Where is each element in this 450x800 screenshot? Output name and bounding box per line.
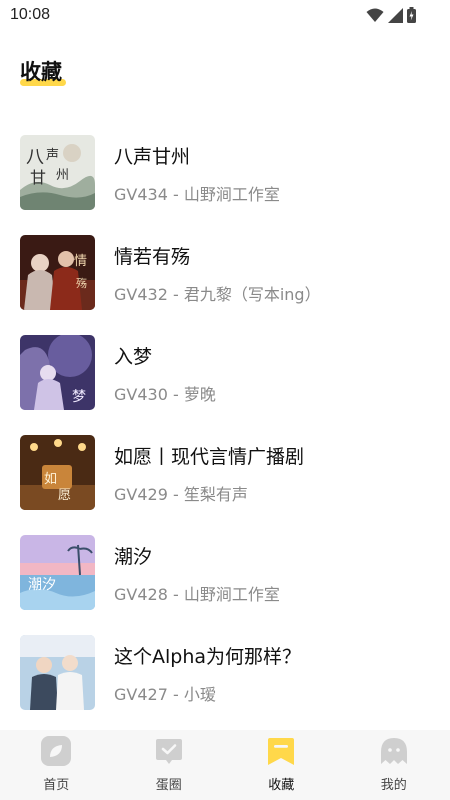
svg-text:如: 如 [44, 471, 57, 487]
page-title: 收藏 [20, 60, 62, 84]
cellular-signal-icon [388, 7, 403, 23]
svg-text:殇: 殇 [76, 276, 87, 290]
chat-check-icon [154, 736, 184, 770]
list-item[interactable]: 这个Alpha为何那样？ GV427 - 小瑷 [0, 634, 450, 734]
svg-text:梦: 梦 [72, 389, 86, 405]
svg-text:愿: 愿 [58, 488, 71, 503]
status-icons [366, 7, 416, 23]
status-time: 10:08 [10, 6, 51, 23]
cover-rumeng-icon: 梦 [20, 335, 95, 410]
favorites-list: 八 声 甘 州 八声甘州 GV434 - 山野涧工作室 情 殇 情若有殇 GV4… [0, 134, 450, 734]
item-title: 情若有殇 [114, 246, 191, 268]
svg-text:州: 州 [56, 168, 69, 183]
item-title: 入梦 [114, 346, 153, 368]
bottom-tab-bar: 首页 蛋圈 收藏 我的 [0, 730, 450, 800]
tab-label: 首页 [43, 778, 70, 793]
svg-text:潮汐: 潮汐 [28, 577, 56, 593]
list-item[interactable]: 情 殇 情若有殇 GV432 - 君九黎（写本ing） [0, 234, 450, 334]
item-subtitle: GV430 - 萝晚 [114, 385, 216, 404]
tab-favorites[interactable]: 收藏 [225, 730, 338, 800]
tab-dan-quan[interactable]: 蛋圈 [113, 730, 226, 800]
item-subtitle: GV434 - 山野涧工作室 [114, 185, 280, 204]
item-title: 潮汐 [114, 546, 153, 568]
cover-image [20, 635, 95, 710]
tab-label: 收藏 [268, 778, 295, 793]
list-item[interactable]: 梦 入梦 GV430 - 萝晚 [0, 334, 450, 434]
tab-home[interactable]: 首页 [0, 730, 113, 800]
item-title: 这个Alpha为何那样？ [114, 646, 302, 668]
svg-text:八: 八 [26, 147, 44, 168]
leaf-icon [41, 736, 72, 770]
item-subtitle: GV429 - 笙梨有声 [114, 485, 248, 504]
cover-image: 如 愿 [20, 435, 95, 510]
cover-alpha-icon [20, 635, 95, 710]
cover-image: 潮汐 [20, 535, 95, 610]
tab-label: 蛋圈 [155, 778, 182, 793]
bookmark-icon [267, 736, 295, 770]
tab-label: 我的 [380, 778, 407, 793]
list-item[interactable]: 如 愿 如愿丨现代言情广播剧 GV429 - 笙梨有声 [0, 434, 450, 534]
item-subtitle: GV428 - 山野涧工作室 [114, 585, 280, 604]
tab-me[interactable]: 我的 [338, 730, 450, 800]
item-subtitle: GV432 - 君九黎（写本ing） [114, 285, 321, 304]
cover-image: 八 声 甘 州 [20, 135, 95, 210]
item-title: 如愿丨现代言情广播剧 [114, 446, 305, 468]
svg-text:甘: 甘 [30, 168, 46, 187]
cover-image: 情 殇 [20, 235, 95, 310]
cover-qingruoyoushang-icon: 情 殇 [20, 235, 95, 310]
ghost-icon [379, 736, 409, 770]
svg-text:声: 声 [46, 148, 59, 163]
battery-icon [407, 7, 416, 23]
item-subtitle: GV427 - 小瑷 [114, 685, 216, 704]
cover-image: 梦 [20, 335, 95, 410]
status-bar: 10:08 [0, 0, 450, 32]
svg-text:情: 情 [74, 254, 87, 269]
list-item[interactable]: 潮汐 潮汐 GV428 - 山野涧工作室 [0, 534, 450, 634]
item-title: 八声甘州 [114, 146, 191, 168]
cover-ruyuan-icon: 如 愿 [20, 435, 95, 510]
wifi-icon [366, 8, 384, 23]
cover-chaoxi-icon: 潮汐 [20, 535, 95, 610]
page-header: 收藏 [20, 56, 66, 86]
cover-bashengganzhou-icon: 八 声 甘 州 [20, 135, 95, 210]
list-item[interactable]: 八 声 甘 州 八声甘州 GV434 - 山野涧工作室 [0, 134, 450, 234]
